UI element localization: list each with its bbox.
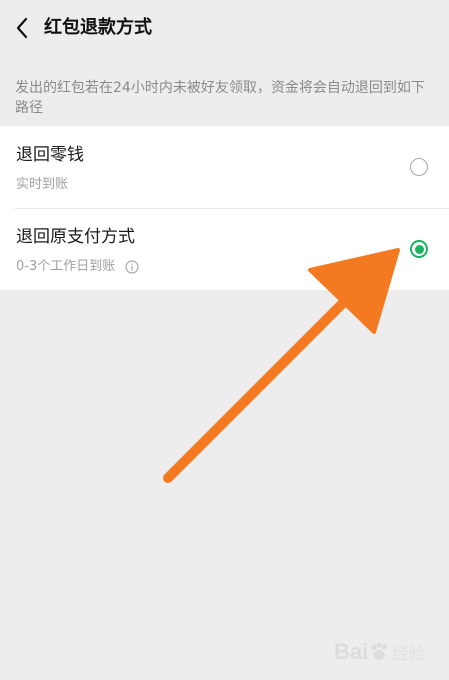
- radio-return-to-balance[interactable]: [410, 158, 428, 176]
- option-label: 退回零钱: [16, 145, 84, 165]
- option-label: 退回原支付方式: [16, 227, 135, 247]
- option-subtitle: 实时到账: [16, 176, 68, 194]
- option-subtitle: 0-3个工作日到账: [16, 258, 139, 276]
- watermark: Bai 经验: [334, 632, 442, 672]
- option-subtitle-text: 实时到账: [16, 177, 69, 192]
- refund-options-list: 退回零钱 实时到账 退回原支付方式 0-3个工作日到账: [0, 126, 449, 290]
- watermark-suffix: 经验: [392, 644, 425, 663]
- navigation-bar: 红包退款方式: [0, 0, 449, 56]
- paw-icon: [371, 642, 387, 660]
- page-title: 红包退款方式: [44, 17, 152, 38]
- arrow-shaft: [163, 281, 365, 483]
- option-return-to-balance[interactable]: 退回零钱 实时到账: [0, 126, 449, 208]
- option-return-to-original-payment[interactable]: 退回原支付方式 0-3个工作日到账: [0, 208, 449, 290]
- watermark-brand: Bai: [334, 639, 369, 664]
- refund-notice-text: 发出的红包若在24小时内未被好友领取，资金将会自动退回到如下路径: [15, 80, 425, 116]
- radio-return-to-original-payment[interactable]: [410, 240, 428, 258]
- option-subtitle-text: 0-3个工作日到账: [16, 259, 116, 274]
- back-button[interactable]: [8, 12, 36, 44]
- info-circle-icon[interactable]: [125, 260, 139, 274]
- chevron-left-icon: [16, 17, 28, 39]
